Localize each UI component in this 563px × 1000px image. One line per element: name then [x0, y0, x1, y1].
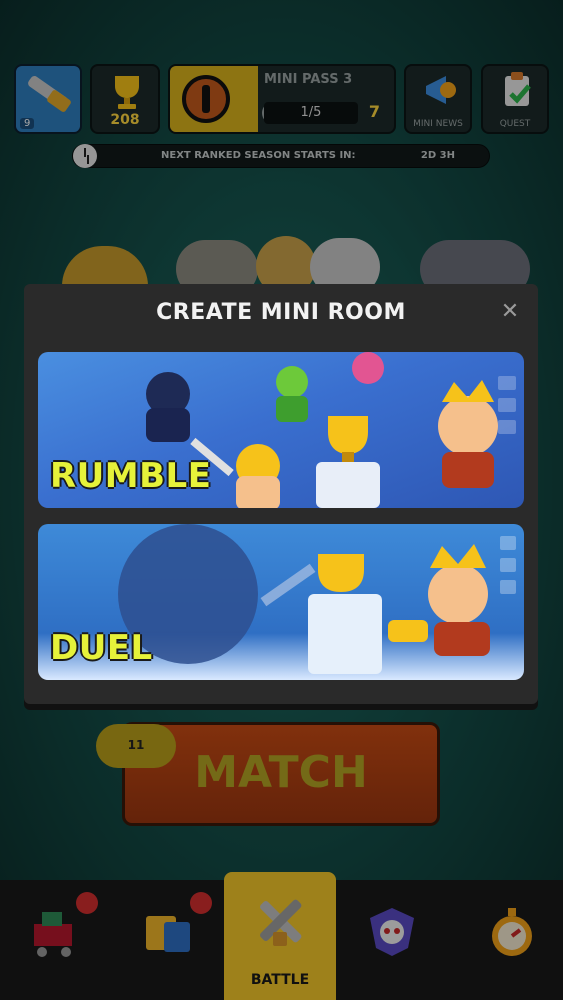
duel-mode-card[interactable]: DUEL: [38, 524, 524, 680]
close-icon[interactable]: ✕: [496, 298, 524, 326]
rumble-mode-card[interactable]: RUMBLE: [38, 352, 524, 508]
dialog-title: CREATE MINI ROOM: [156, 300, 406, 325]
rumble-label: RUMBLE: [50, 456, 212, 496]
create-mini-room-dialog: CREATE MINI ROOM ✕ RUMBLE DUEL: [24, 284, 538, 704]
duel-label: DUEL: [50, 628, 153, 668]
